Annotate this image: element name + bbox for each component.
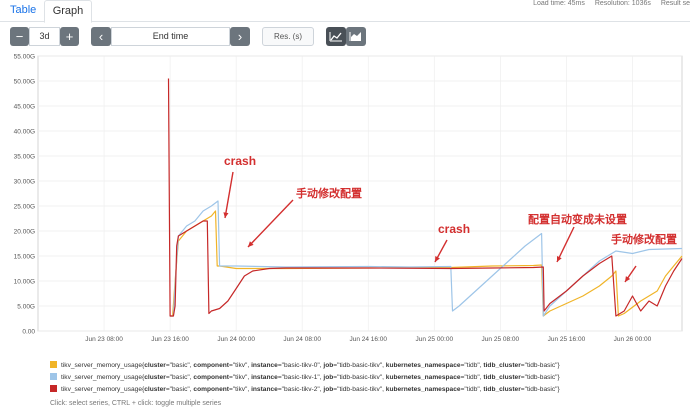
legend-label-key: job [323, 374, 334, 381]
x-tick-label: Jun 23 08:00 [85, 336, 123, 343]
legend-label-key: instance [251, 362, 278, 369]
legend-label-value: ="tikv", [228, 386, 252, 393]
annotation-arrow [556, 226, 575, 263]
x-tick-label: Jun 24 08:00 [283, 336, 321, 343]
legend-label-key: job [323, 362, 334, 369]
legend-label-key: component [193, 386, 229, 393]
x-axis: Jun 23 08:00 Jun 23 16:00 Jun 24 00:00 Jun … [85, 336, 651, 343]
y-tick-label: 55.00G [14, 54, 35, 61]
arrow-head-icon [223, 212, 229, 218]
annotations: crash手动修改配置crash配置自动变成未设置手动修改配置 [223, 154, 677, 283]
annotation-label: 手动修改配置 [611, 232, 677, 246]
legend-label-key: cluster [144, 386, 166, 393]
legend-label-key: kubernetes_namespace [385, 374, 461, 381]
x-tick-label: Jun 23 16:00 [151, 336, 189, 343]
legend-label-key: kubernetes_namespace [385, 362, 461, 369]
legend-hint: Click: select series, CTRL + click: togg… [50, 400, 222, 407]
legend-label-key: job [323, 386, 334, 393]
legend-label-key: instance [251, 386, 278, 393]
y-tick-label: 10.00G [14, 279, 35, 286]
x-tick-label: Jun 24 00:00 [217, 336, 255, 343]
annotation-label: 配置自动变成未设置 [528, 212, 627, 226]
legend-label-value: ="basic", [165, 374, 194, 381]
legend-swatch [50, 373, 57, 380]
legend-label-value: tikv_server_memory_usage{ [61, 386, 145, 393]
legend-swatch [50, 385, 57, 392]
legend-swatch [50, 361, 57, 368]
series-line-tikv-0[interactable] [170, 210, 683, 317]
x-tick-label: Jun 25 00:00 [416, 336, 454, 343]
x-tick-label: Jun 26 00:00 [614, 336, 652, 343]
legend-label-value: ="tidb-basic"} [520, 374, 560, 381]
annotation-label: 手动修改配置 [296, 186, 362, 200]
legend-label-value: ="basic", [165, 386, 194, 393]
y-tick-label: 15.00G [14, 254, 35, 261]
x-tick-label: Jun 24 16:00 [349, 336, 387, 343]
legend-label-key: cluster [144, 374, 166, 381]
memory-usage-graph[interactable]: 0.00 5.00G 10.00G 15.00G 20.00G 25.00G 30.00G 3… [0, 0, 690, 355]
legend-label-value: ="tidb-basic-tikv", [333, 362, 386, 369]
y-tick-label: 35.00G [14, 154, 35, 161]
legend-label-key: tidb_cluster [483, 374, 521, 381]
y-tick-label: 30.00G [14, 179, 35, 186]
legend-label-value: ="basic", [165, 362, 194, 369]
series-line-tikv-2[interactable] [167, 78, 683, 317]
y-axis: 0.00 5.00G 10.00G 15.00G 20.00G 25.00G 30.00G 3… [14, 54, 36, 336]
legend-item[interactable]: tikv_server_memory_usage{cluster="basic"… [50, 361, 560, 369]
y-tick-label: 0.00 [22, 329, 35, 336]
annotation-arrow [224, 171, 234, 219]
y-tick-label: 25.00G [14, 204, 35, 211]
legend-label-key: component [193, 374, 229, 381]
legend-label-key: instance [251, 374, 278, 381]
legend-label-value: ="tikv", [228, 374, 252, 381]
series-lines[interactable] [167, 78, 683, 317]
legend-label-value: ="basic-tikv-2", [277, 386, 324, 393]
y-tick-label: 50.00G [14, 79, 35, 86]
legend-label-key: tidb_cluster [483, 362, 521, 369]
legend-label-value: ="tidb", [460, 386, 484, 393]
legend-label-value: tikv_server_memory_usage{ [61, 374, 145, 381]
annotation-label: crash [224, 154, 256, 168]
legend-label-key: component [193, 362, 229, 369]
annotation-label: crash [438, 222, 470, 236]
legend-item[interactable]: tikv_server_memory_usage{cluster="basic"… [50, 385, 560, 393]
x-tick-label: Jun 25 16:00 [548, 336, 586, 343]
legend-label-key: cluster [144, 362, 166, 369]
legend-label-value: tikv_server_memory_usage{ [61, 362, 145, 369]
legend-item[interactable]: tikv_server_memory_usage{cluster="basic"… [50, 373, 560, 381]
legend-label-value: ="tidb-basic-tikv", [333, 374, 386, 381]
legend-label-value: ="tidb-basic-tikv", [333, 386, 386, 393]
y-tick-label: 45.00G [14, 104, 35, 111]
y-tick-label: 20.00G [14, 229, 35, 236]
y-tick-label: 5.00G [17, 304, 35, 311]
x-tick-label: Jun 25 08:00 [482, 336, 520, 343]
legend-label-value: ="tidb-basic"} [520, 386, 560, 393]
legend-label-value: ="tikv", [228, 362, 252, 369]
annotation-arrow [247, 199, 294, 248]
legend-label-value: ="tidb-basic"} [520, 362, 560, 369]
legend-label-value: ="basic-tikv-1", [277, 374, 324, 381]
legend-label-key: kubernetes_namespace [385, 386, 461, 393]
legend-label-value: ="tidb", [460, 362, 484, 369]
y-tick-label: 40.00G [14, 129, 35, 136]
legend-label-key: tidb_cluster [483, 386, 521, 393]
legend-label-value: ="basic-tikv-0", [277, 362, 324, 369]
legend-label-value: ="tidb", [460, 374, 484, 381]
